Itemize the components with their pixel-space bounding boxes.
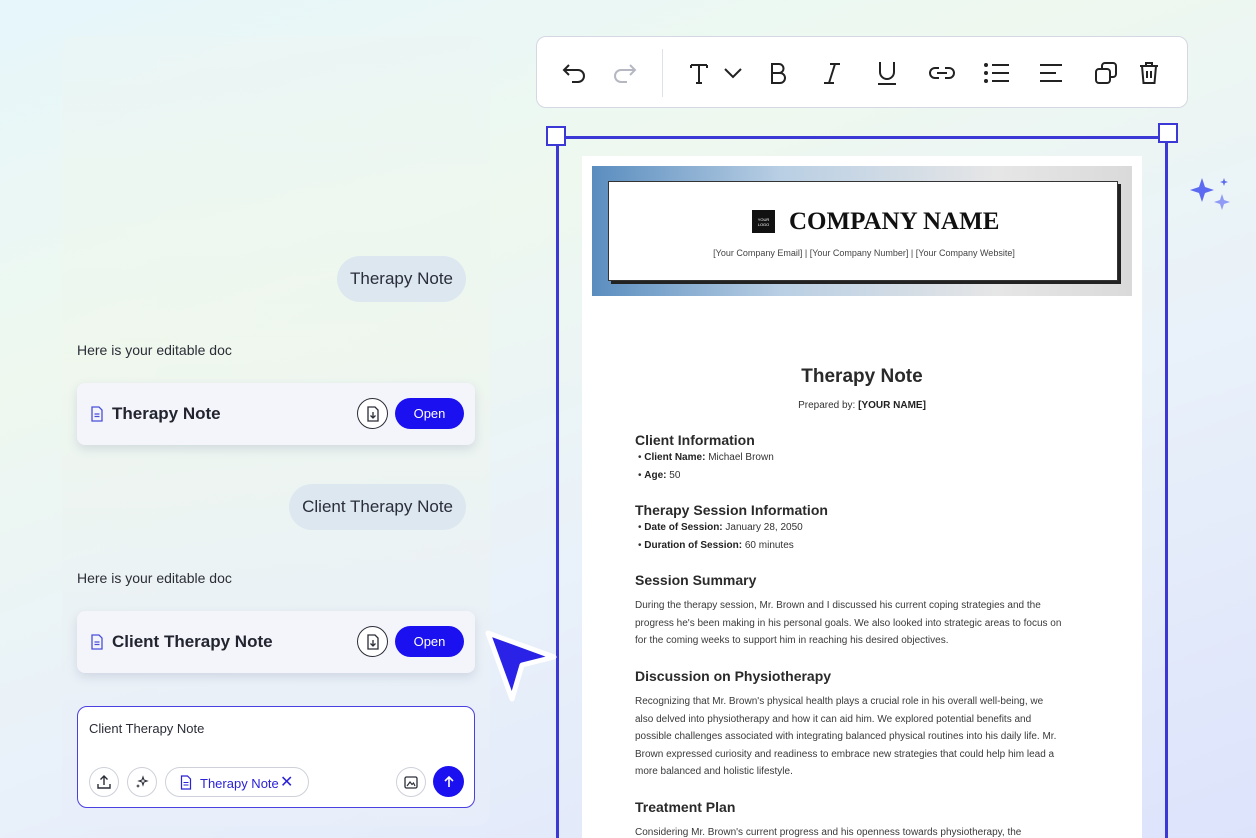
resize-handle-top-left[interactable] bbox=[546, 126, 566, 146]
undo-button[interactable] bbox=[559, 57, 591, 89]
resize-handle-top-right[interactable] bbox=[1158, 123, 1178, 143]
doc-card[interactable]: Therapy Note Open bbox=[77, 383, 475, 445]
underline-button[interactable] bbox=[871, 57, 903, 89]
doc-card-title: Therapy Note bbox=[112, 404, 221, 423]
delete-button[interactable] bbox=[1133, 57, 1165, 89]
sparkle-icon bbox=[1190, 178, 1230, 210]
open-button[interactable]: Open bbox=[395, 398, 464, 429]
italic-button[interactable] bbox=[816, 57, 848, 89]
upload-icon bbox=[97, 775, 111, 789]
text-style-dropdown[interactable] bbox=[717, 57, 749, 89]
assistant-message: Here is your editable doc bbox=[77, 342, 232, 358]
align-left-button[interactable] bbox=[1035, 57, 1067, 89]
formatting-toolbar bbox=[536, 36, 1188, 108]
download-icon bbox=[366, 405, 379, 422]
upload-button[interactable] bbox=[89, 767, 119, 797]
close-icon[interactable]: ✕ bbox=[280, 772, 293, 792]
italic-icon bbox=[824, 63, 840, 84]
duplicate-icon bbox=[1095, 62, 1117, 84]
link-icon bbox=[929, 67, 955, 79]
document-icon bbox=[180, 775, 192, 790]
doc-card[interactable]: Client Therapy Note Open bbox=[77, 611, 475, 673]
selection-frame bbox=[556, 136, 1168, 838]
delete-icon bbox=[1140, 62, 1158, 84]
attachment-chip[interactable]: Therapy Note ✕ bbox=[165, 767, 309, 797]
text-style-icon bbox=[690, 64, 708, 84]
text-style-button[interactable] bbox=[683, 57, 715, 89]
image-style-button[interactable] bbox=[396, 767, 426, 797]
chevron-down-icon bbox=[724, 68, 742, 79]
document-icon bbox=[91, 406, 103, 422]
undo-icon bbox=[562, 64, 585, 83]
doc-card-title: Client Therapy Note bbox=[112, 632, 273, 651]
sparkle-icon bbox=[136, 775, 149, 788]
user-message: Client Therapy Note bbox=[289, 484, 466, 530]
ai-magic-button[interactable] bbox=[127, 767, 157, 797]
open-button[interactable]: Open bbox=[395, 626, 464, 657]
bullet-list-button[interactable] bbox=[981, 57, 1013, 89]
arrow-up-icon bbox=[443, 775, 454, 787]
cursor-arrow-icon bbox=[485, 630, 557, 702]
image-icon bbox=[404, 776, 418, 789]
link-button[interactable] bbox=[926, 57, 958, 89]
bold-icon bbox=[771, 63, 786, 84]
composer-input[interactable]: Client Therapy Note bbox=[89, 721, 204, 736]
chat-panel: Therapy Note Here is your editable doc T… bbox=[62, 36, 490, 826]
align-left-icon bbox=[1040, 64, 1062, 82]
download-button[interactable] bbox=[357, 398, 388, 429]
duplicate-button[interactable] bbox=[1090, 57, 1122, 89]
bullet-list-icon bbox=[984, 63, 1009, 83]
chat-composer[interactable]: Client Therapy Note Therapy Note ✕ bbox=[77, 706, 475, 808]
redo-icon bbox=[614, 64, 637, 83]
download-button[interactable] bbox=[357, 626, 388, 657]
toolbar-divider bbox=[662, 49, 663, 97]
user-message: Therapy Note bbox=[337, 256, 466, 302]
bold-button[interactable] bbox=[762, 57, 794, 89]
underline-icon bbox=[878, 62, 896, 85]
assistant-message: Here is your editable doc bbox=[77, 570, 232, 586]
send-button[interactable] bbox=[433, 766, 464, 797]
download-icon bbox=[366, 633, 379, 650]
redo-button[interactable] bbox=[608, 57, 640, 89]
document-icon bbox=[91, 634, 103, 650]
attachment-chip-label: Therapy Note bbox=[200, 776, 279, 791]
